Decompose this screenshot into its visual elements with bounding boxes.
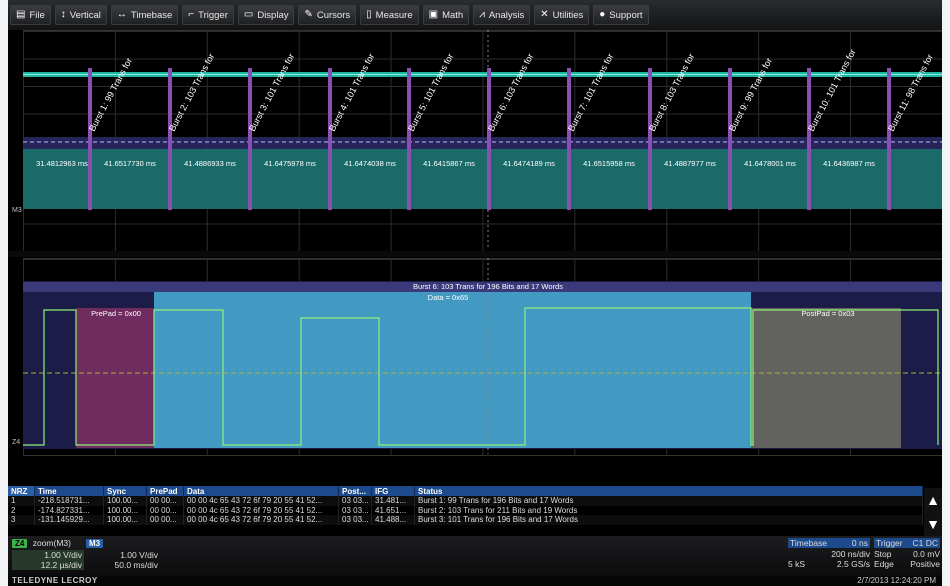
trigger-label: Trigger xyxy=(876,538,903,548)
table-cell: 00 00... xyxy=(146,505,184,515)
date-time: 2/7/2013 12:24:20 PM xyxy=(857,576,936,585)
timebase-offset: 0 ns xyxy=(851,538,868,548)
table-cell: 31.481... xyxy=(371,496,415,506)
postpad-label: PostPad = 0x03 xyxy=(801,309,854,318)
timebase-label: Timebase xyxy=(790,538,828,548)
triangle-up-icon: ▲ xyxy=(926,492,940,508)
scroll-down-button[interactable]: ▼ xyxy=(924,512,942,536)
table-row[interactable]: 2 -174.827331... 100.00... 00 00... 00 00 4c… xyxy=(8,505,923,515)
zoom-trace-layer: Burst 6: 103 Trans for 196 Bits and 17 W… xyxy=(12,258,942,454)
zoom-title: Burst 6: 103 Trans for 196 Bits and 17 W… xyxy=(413,282,563,291)
prepad-label: PrePad = 0x00 xyxy=(91,309,141,318)
decode-table[interactable]: NRZ Time Sync PrePad Data Post... IFG St… xyxy=(8,486,942,536)
table-cell: -131.145929... xyxy=(34,515,104,525)
table-cell: 03 03... xyxy=(338,496,372,506)
timebase-samples: 5 kS xyxy=(788,559,806,569)
z4-ground-marker: Z4 xyxy=(12,439,20,446)
table-header: NRZ Time Sync PrePad Data Post... IFG St… xyxy=(8,486,923,496)
table-cell: 03 03... xyxy=(338,505,372,515)
timebase-descriptor[interactable]: Timebase 0 ns 200 ns/div 5 kS 2.5 GS/s xyxy=(788,538,870,572)
table-cell: 00 00 4c 65 43 72 6f 79 20 55 41 52... xyxy=(183,505,339,515)
table-cell: 41.651... xyxy=(371,505,415,515)
trigger-mode: Stop xyxy=(874,549,892,559)
scroll-up-button[interactable]: ▲ xyxy=(924,488,942,512)
trigger-descriptor[interactable]: Trigger C1 DC Stop 0.0 mV Edge Positive xyxy=(874,538,940,572)
col-ifg[interactable]: IFG xyxy=(371,486,415,496)
table-cell: -218.518731... xyxy=(34,496,104,506)
data-region[interactable] xyxy=(154,292,751,448)
m3-descriptor[interactable]: M3 1.00 V/div 50.0 ms/div xyxy=(86,538,158,572)
table-cell: Burst 1: 99 Trans for 196 Bits and 17 Wo… xyxy=(414,496,923,506)
table-cell: 00 00 4c 65 43 72 6f 79 20 55 41 52... xyxy=(183,496,339,506)
trigger-level: 0.0 mV xyxy=(913,549,940,559)
table-cell: 1 xyxy=(8,496,35,506)
col-nrz[interactable]: NRZ xyxy=(8,486,35,496)
z4-badge: Z4 xyxy=(12,539,28,548)
triangle-down-icon: ▼ xyxy=(926,516,940,532)
table-cell: 00 00... xyxy=(146,496,184,506)
col-data[interactable]: Data xyxy=(183,486,339,496)
oscilloscope-window: ▤ File ↕ Vertical ↔ Timebase ⌐ Trigger ▭ Display ✎… xyxy=(8,0,942,586)
col-time[interactable]: Time xyxy=(34,486,104,496)
table-cell: 41.488... xyxy=(371,515,415,525)
trigger-channel: C1 DC xyxy=(912,538,938,548)
table-row[interactable]: 1 -218.518731... 100.00... 00 00... 00 00 4c… xyxy=(8,496,923,506)
z4-vdiv: 1.00 V/div xyxy=(12,550,84,560)
table-cell: 100.00... xyxy=(103,515,147,525)
status-bar: TELEDYNE LECROY 2/7/2013 12:24:20 PM xyxy=(8,576,942,586)
col-sync[interactable]: Sync xyxy=(103,486,147,496)
table-cell: 3 xyxy=(8,515,35,525)
trigger-type: Edge xyxy=(874,559,894,569)
data-value-label: Data = 0x65 xyxy=(428,293,469,302)
timebase-rate: 2.5 GS/s xyxy=(836,559,870,569)
table-cell: -174.827331... xyxy=(34,505,104,515)
col-prepad[interactable]: PrePad xyxy=(146,486,184,496)
trigger-slope: Positive xyxy=(910,559,940,569)
z4-tdiv: 12.2 µs/div xyxy=(12,560,84,570)
m3-badge: M3 xyxy=(86,539,104,548)
prepad-region[interactable] xyxy=(76,308,154,448)
m3-vdiv: 1.00 V/div xyxy=(120,550,158,560)
timebase-tdiv: 200 ns/div xyxy=(831,549,870,559)
table-cell: 03 03... xyxy=(338,515,372,525)
table-cell: 2 xyxy=(8,505,35,515)
col-status[interactable]: Status xyxy=(414,486,923,496)
table-cell: 00 00... xyxy=(146,515,184,525)
postpad-region[interactable] xyxy=(751,308,901,448)
m3-tdiv: 50.0 ms/div xyxy=(114,560,158,570)
table-cell: 100.00... xyxy=(103,496,147,506)
z4-name: zoom(M3) xyxy=(32,538,71,548)
col-post[interactable]: Post... xyxy=(338,486,372,496)
z4-descriptor[interactable]: Z4 zoom(M3) 1.00 V/div 12.2 µs/div xyxy=(12,538,84,572)
table-cell: Burst 3: 101 Trans for 196 Bits and 17 W… xyxy=(414,515,923,525)
brand-logo: TELEDYNE LECROY xyxy=(12,576,98,585)
table-row[interactable]: 3 -131.145929... 100.00... 00 00... 00 00 4c… xyxy=(8,515,923,525)
table-cell: 100.00... xyxy=(103,505,147,515)
table-cell: 00 00 4c 65 43 72 6f 79 20 55 41 52... xyxy=(183,515,339,525)
channel-bar: Z4 zoom(M3) 1.00 V/div 12.2 µs/div M3 1.… xyxy=(8,536,942,576)
table-cell: Burst 2: 103 Trans for 211 Bits and 19 W… xyxy=(414,505,923,515)
